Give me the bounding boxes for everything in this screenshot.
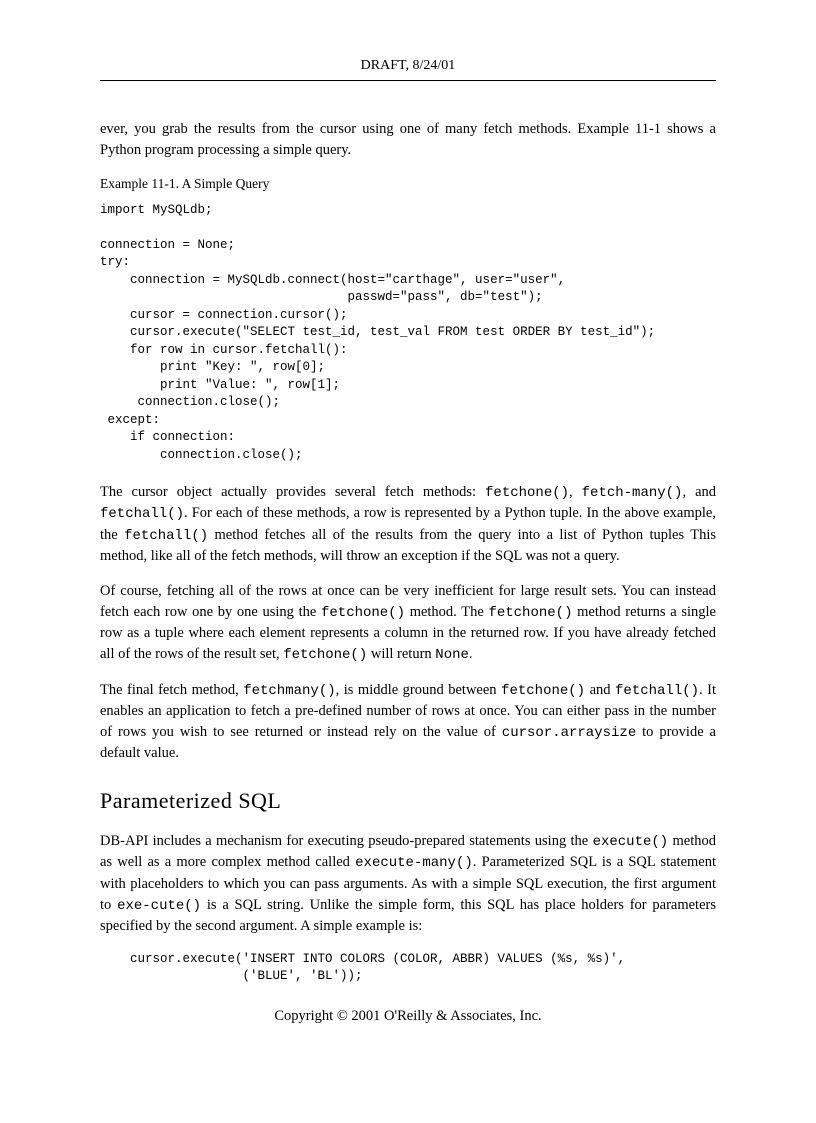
code-inline: fetchall() — [100, 506, 184, 522]
code-inline: fetchone() — [501, 683, 585, 699]
text: The cursor object actually provides seve… — [100, 484, 485, 500]
page-header: DRAFT, 8/24/01 — [100, 56, 716, 81]
section-heading: Parameterized SQL — [100, 786, 716, 817]
text: , — [569, 484, 582, 500]
code-inline: fetchone() — [488, 605, 572, 621]
code-inline: fetchmany() — [243, 683, 335, 699]
page-footer: Copyright © 2001 O'Reilly & Associates, … — [100, 1006, 716, 1026]
code-inline: fetchone() — [283, 647, 367, 663]
code-inline: cursor.arraysize — [502, 725, 636, 741]
example-caption: Example 11-1. A Simple Query — [100, 175, 716, 194]
text: will return — [367, 646, 435, 662]
text: , and — [682, 484, 716, 500]
paragraph-fetch-methods: The cursor object actually provides seve… — [100, 482, 716, 567]
paragraph-fetchmany: The final fetch method, fetchmany(), is … — [100, 680, 716, 765]
code-inline: None — [435, 647, 469, 663]
code-inline: fetchone() — [485, 485, 569, 501]
code-inline: execute() — [593, 834, 669, 850]
text: method. The — [405, 604, 488, 620]
code-inline: fetchone() — [321, 605, 405, 621]
code-inline: exe-cute() — [117, 898, 201, 914]
text: DB-API includes a mechanism for executin… — [100, 833, 593, 849]
code-example-1: import MySQLdb; connection = None; try: … — [100, 202, 716, 465]
paragraph-fetchone: Of course, fetching all of the rows at o… — [100, 581, 716, 666]
code-inline: fetchall() — [124, 528, 208, 544]
code-inline: fetch-many() — [582, 485, 683, 501]
paragraph-parameterized: DB-API includes a mechanism for executin… — [100, 831, 716, 937]
text: . — [469, 646, 473, 662]
code-inline: fetchall() — [615, 683, 699, 699]
text: and — [585, 682, 615, 698]
text: , is middle ground between — [336, 682, 501, 698]
paragraph-intro: ever, you grab the results from the curs… — [100, 119, 716, 161]
code-inline: execute-many() — [355, 855, 473, 871]
code-example-2: cursor.execute('INSERT INTO COLORS (COLO… — [130, 951, 716, 986]
text: The final fetch method, — [100, 682, 243, 698]
